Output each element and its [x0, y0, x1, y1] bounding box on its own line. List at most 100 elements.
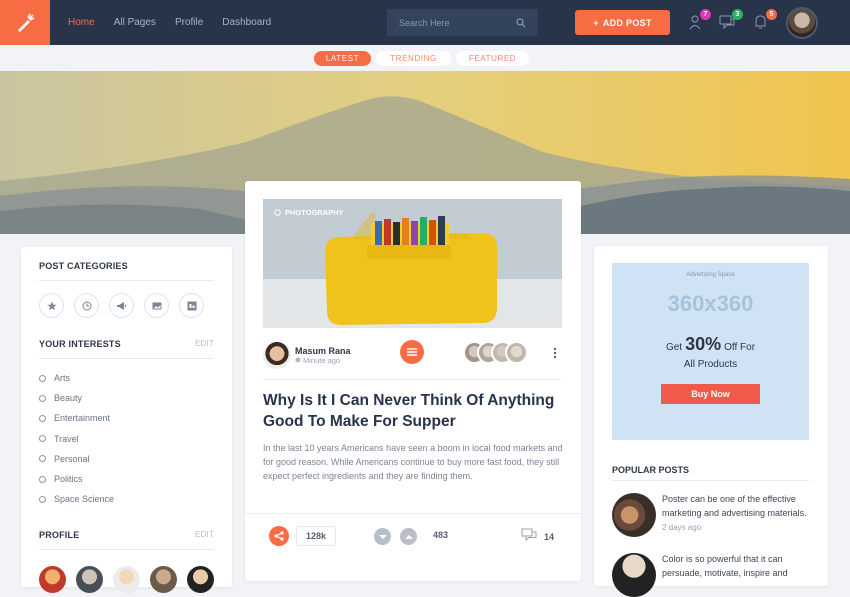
buy-now-button[interactable]: Buy Now — [661, 384, 760, 404]
ad-label: Advertizing Space — [686, 272, 735, 278]
avatar[interactable] — [39, 566, 66, 594]
radio-icon — [39, 435, 46, 443]
star-icon[interactable] — [39, 293, 64, 318]
interest-item[interactable]: Arts — [39, 368, 214, 388]
plus-icon: + — [593, 17, 599, 28]
feed-tabs: LATEST TRENDING FEATURED — [314, 51, 529, 66]
share-count: 128k — [296, 526, 337, 546]
radio-icon — [39, 455, 46, 463]
carrot-logo[interactable] — [0, 0, 50, 45]
hamburger-icon — [407, 348, 417, 356]
tab-latest[interactable]: LATEST — [314, 51, 371, 66]
top-navbar: Home All Pages Profile Dashboard + ADD P… — [0, 0, 850, 45]
post-excerpt: In the last 10 years Americans have seen… — [263, 443, 563, 481]
ad-size: 360x360 — [667, 291, 754, 316]
interest-item[interactable]: Politics — [39, 469, 214, 489]
avatar[interactable] — [150, 566, 177, 594]
avatar — [505, 341, 528, 364]
radio-icon — [39, 394, 46, 402]
interests-title: YOUR INTERESTS EDIT — [39, 339, 214, 349]
popular-post-text[interactable]: Poster can be one of the effective marke… — [662, 493, 808, 520]
tab-featured[interactable]: FEATURED — [456, 51, 529, 66]
tab-trending[interactable]: TRENDING — [376, 51, 451, 66]
avatar[interactable] — [113, 566, 140, 594]
popular-post-time: 2 days ago — [662, 523, 702, 532]
post-thumbnail[interactable] — [612, 493, 656, 537]
share-icon — [274, 531, 284, 541]
user-avatar[interactable] — [786, 7, 818, 39]
add-post-button[interactable]: + ADD POST — [575, 10, 670, 35]
radio-icon — [39, 414, 46, 422]
category-icons — [39, 293, 214, 318]
search-box — [387, 9, 538, 36]
search-input[interactable] — [399, 17, 509, 28]
interest-item[interactable]: Entertainment — [39, 408, 214, 428]
ad-banner[interactable]: Advertizing Space 360x360 Get 30% Off Fo… — [612, 263, 809, 440]
popular-post-text[interactable]: Color is so powerful that it can persuad… — [662, 553, 808, 580]
post-title[interactable]: Why Is It I Can Never Think Of Anything … — [263, 390, 563, 432]
comments-button[interactable] — [521, 528, 538, 547]
nav-home[interactable]: Home — [68, 17, 95, 28]
image-icon[interactable] — [144, 293, 169, 318]
radio-icon — [39, 374, 46, 382]
upvote-button[interactable] — [400, 528, 417, 545]
chevron-up-icon — [404, 534, 413, 539]
add-post-label: ADD POST — [602, 17, 652, 28]
clock-icon — [295, 357, 301, 363]
left-sidebar: POST CATEGORIES YOUR INTERESTS EDIT Arts… — [21, 247, 232, 594]
categories-title: POST CATEGORIES — [39, 261, 128, 271]
chat-badge: 3 — [732, 9, 743, 20]
author-name[interactable]: Masum Rana — [295, 346, 351, 356]
interest-item[interactable]: Personal — [39, 449, 214, 469]
ad-products: All Products — [683, 359, 738, 370]
avatar[interactable] — [187, 566, 214, 594]
popular-posts-title: POPULAR POSTS — [612, 465, 690, 475]
user-badge: 7 — [700, 9, 711, 20]
avatar[interactable] — [76, 566, 103, 594]
friend-requests-button[interactable]: 7 — [687, 9, 711, 34]
main-nav: Home All Pages Profile Dashboard — [68, 17, 290, 28]
interests-list: Arts Beauty Entertainment Travel Persona… — [39, 368, 214, 509]
photo-tag[interactable]: PHOTOGRAPHY — [274, 208, 344, 217]
bell-badge: 5 — [766, 9, 777, 20]
ad-offer: Get 30% Off For — [665, 334, 756, 354]
search-icon[interactable] — [516, 17, 526, 28]
megaphone-icon[interactable] — [109, 293, 134, 318]
interest-item[interactable]: Travel — [39, 429, 214, 449]
profile-edit-link[interactable]: EDIT — [195, 530, 214, 540]
post-time: Minute ago — [295, 356, 351, 365]
crayon-box-photo — [263, 199, 562, 328]
notifications-button[interactable]: 5 — [753, 9, 777, 34]
post-thumbnail[interactable] — [612, 553, 656, 597]
liker-avatars[interactable] — [463, 341, 528, 364]
post-author[interactable]: Masum Rana Minute ago — [263, 341, 351, 369]
gallery-icon[interactable] — [179, 293, 204, 318]
clock-icon[interactable] — [74, 293, 99, 318]
circle-icon — [274, 209, 281, 216]
profile-avatars — [39, 566, 214, 594]
interests-edit-link[interactable]: EDIT — [195, 339, 214, 349]
share-button[interactable] — [269, 526, 289, 546]
popular-post-item[interactable]: Poster can be one of the effective marke… — [612, 493, 808, 537]
post-menu-button[interactable] — [400, 340, 424, 364]
post-card: PHOTOGRAPHY Masum Rana Minute ago Why Is… — [245, 181, 581, 581]
popular-post-item[interactable]: Color is so powerful that it can persuad… — [612, 553, 808, 597]
downvote-button[interactable] — [374, 528, 391, 545]
post-image[interactable]: PHOTOGRAPHY — [263, 199, 562, 328]
comment-icon — [521, 528, 537, 542]
profile-title: PROFILE EDIT — [39, 530, 214, 541]
interest-item[interactable]: Beauty — [39, 388, 214, 408]
nav-all-pages[interactable]: All Pages — [114, 17, 156, 28]
nav-profile[interactable]: Profile — [175, 17, 203, 28]
nav-dashboard[interactable]: Dashboard — [222, 17, 271, 28]
radio-icon — [39, 475, 46, 483]
comment-count: 14 — [544, 532, 555, 542]
radio-icon — [39, 495, 46, 503]
right-sidebar: Advertizing Space 360x360 Get 30% Off Fo… — [594, 246, 828, 597]
vote-count: 483 — [433, 530, 449, 540]
interest-item[interactable]: Space Science — [39, 489, 214, 509]
messages-button[interactable]: 3 — [719, 9, 743, 34]
chevron-down-icon — [378, 534, 387, 539]
more-options-icon[interactable] — [553, 346, 557, 364]
author-avatar[interactable] — [263, 341, 291, 369]
